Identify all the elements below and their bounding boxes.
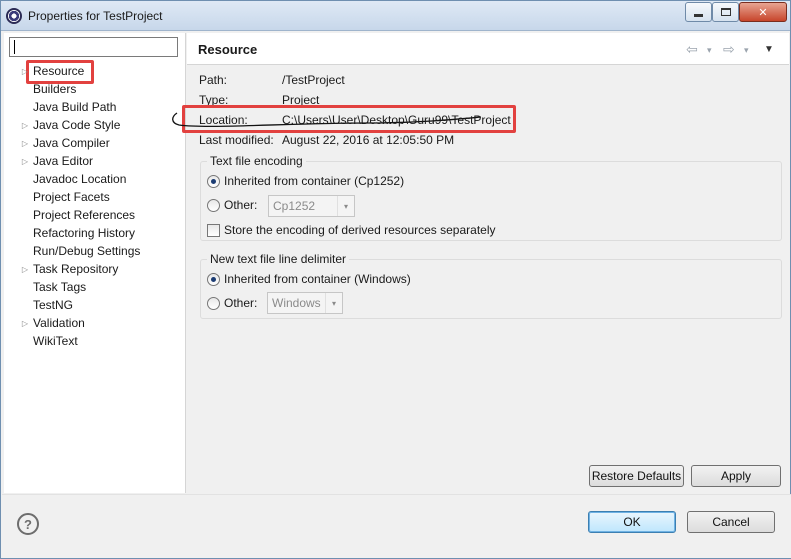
tree-item-label: Run/Debug Settings [33,244,141,258]
maximize-button[interactable] [712,2,739,22]
filter-input[interactable] [9,37,178,57]
cancel-button[interactable]: Cancel [687,511,775,533]
encoding-inherited-label: Inherited from container (Cp1252) [224,174,405,188]
encoding-inherited-option[interactable]: Inherited from container (Cp1252) [207,174,404,188]
expand-icon[interactable]: ▷ [18,152,32,170]
tree-item-label: Resource [33,64,85,78]
text-caret [14,40,15,54]
delimiter-other-label: Other: [224,296,258,310]
radio-unselected[interactable] [207,198,220,212]
close-icon: ✕ [758,6,768,19]
expand-icon[interactable]: ▷ [18,116,32,134]
properties-dialog: Properties for TestProject ✕ ▷ Resource … [0,0,791,559]
tree-item-testng[interactable]: TestNG [18,296,178,314]
delimiter-combo[interactable]: Windows ▾ [267,292,343,314]
expand-icon[interactable]: ▷ [18,134,32,152]
close-button[interactable]: ✕ [739,2,787,22]
back-arrow-icon[interactable]: ⇦ [686,41,698,58]
encoding-other-option[interactable]: Other: [207,198,257,212]
window-title: Properties for TestProject [28,9,163,23]
delimiter-other-option[interactable]: Other: [207,296,257,310]
expand-icon[interactable]: ▷ [18,62,32,80]
tree-item-label: Task Tags [33,280,87,294]
radio-selected[interactable] [207,272,220,286]
group-title: New text file line delimiter [207,252,350,266]
tree-item-label: Java Code Style [33,118,121,132]
ok-button[interactable]: OK [588,511,676,533]
back-dropdown-icon[interactable]: ▾ [707,45,712,56]
location-value: C:\Users\User\Desktop\Guru99\TestProject [282,113,511,127]
tree-item-label: Javadoc Location [33,172,127,186]
text-encoding-group: Text file encoding Inherited from contai… [200,154,782,241]
tree-item-project-facets[interactable]: Project Facets [18,188,178,206]
location-label: Location: [199,113,248,127]
encoding-other-label: Other: [224,198,258,212]
tree-item-wikitext[interactable]: WikiText [18,332,178,350]
maximize-icon [720,8,731,16]
forward-dropdown-icon[interactable]: ▾ [744,45,749,56]
category-tree: ▷ Resource Builders Java Build Path ▷ Ja… [4,33,186,493]
minimize-icon [694,13,703,17]
encoding-combo[interactable]: Cp1252 ▾ [268,195,355,217]
last-modified-value: August 22, 2016 at 12:05:50 PM [282,133,455,147]
tree-item-label: Task Repository [33,262,119,276]
tree-item-builders[interactable]: Builders [18,80,178,98]
dialog-button-bar: ? OK Cancel [2,494,791,558]
path-label: Path: [199,73,228,87]
eclipse-icon [6,8,22,24]
page-title: Resource [198,42,258,57]
tree-item-label: Refactoring History [33,226,136,240]
forward-arrow-icon[interactable]: ⇨ [723,41,735,58]
tree-item-validation[interactable]: ▷ Validation [18,314,178,332]
tree-item-label: Java Editor [33,154,94,168]
view-menu-icon[interactable]: ▼ [764,44,774,55]
minimize-button[interactable] [685,2,712,22]
page-header: Resource ⇦ ▾ ⇨ ▾ ▼ [187,33,789,65]
radio-unselected[interactable] [207,296,220,310]
tree-item-run-debug-settings[interactable]: Run/Debug Settings [18,242,178,260]
delimiter-inherited-option[interactable]: Inherited from container (Windows) [207,272,411,286]
tree-item-java-editor[interactable]: ▷ Java Editor [18,152,178,170]
tree-item-javadoc-location[interactable]: Javadoc Location [18,170,178,188]
expand-icon[interactable]: ▷ [18,314,32,332]
radio-selected[interactable] [207,174,220,188]
apply-button[interactable]: Apply [691,465,781,487]
group-title: Text file encoding [207,154,306,168]
restore-defaults-button[interactable]: Restore Defaults [589,465,684,487]
expand-icon[interactable]: ▷ [18,260,32,278]
line-delimiter-group: New text file line delimiter Inherited f… [200,252,782,319]
store-encoding-label: Store the encoding of derived resources … [224,223,496,237]
tree-item-label: Java Build Path [33,100,117,114]
tree-item-java-compiler[interactable]: ▷ Java Compiler [18,134,178,152]
delimiter-combo-value: Windows [272,296,321,310]
tree-item-label: WikiText [33,334,78,348]
store-encoding-option[interactable]: Store the encoding of derived resources … [207,223,496,237]
tree-item-label: Project References [33,208,136,222]
tree-item-label: Java Compiler [33,136,110,150]
tree-item-resource[interactable]: ▷ Resource [18,62,178,80]
store-encoding-checkbox[interactable] [207,223,220,237]
tree-item-label: Builders [33,82,77,96]
title-bar: Properties for TestProject ✕ [1,1,790,31]
help-icon[interactable]: ? [17,513,39,535]
tree-item-label: TestNG [33,298,74,312]
path-value: /TestProject [282,73,345,87]
tree-item-label: Validation [33,316,85,330]
tree-item-task-tags[interactable]: Task Tags [18,278,178,296]
tree-item-label: Project Facets [33,190,110,204]
tree-item-project-references[interactable]: Project References [18,206,178,224]
property-page: Resource ⇦ ▾ ⇨ ▾ ▼ Path: /TestProject Ty… [172,33,789,493]
tree-item-refactoring-history[interactable]: Refactoring History [18,224,178,242]
tree-item-java-build-path[interactable]: Java Build Path [18,98,178,116]
tree-item-java-code-style[interactable]: ▷ Java Code Style [18,116,178,134]
chevron-down-icon: ▾ [325,293,342,313]
tree-item-task-repository[interactable]: ▷ Task Repository [18,260,178,278]
last-modified-label: Last modified: [199,133,274,147]
delimiter-inherited-label: Inherited from container (Windows) [224,272,411,286]
encoding-combo-value: Cp1252 [273,199,316,213]
chevron-down-icon: ▾ [337,196,354,216]
